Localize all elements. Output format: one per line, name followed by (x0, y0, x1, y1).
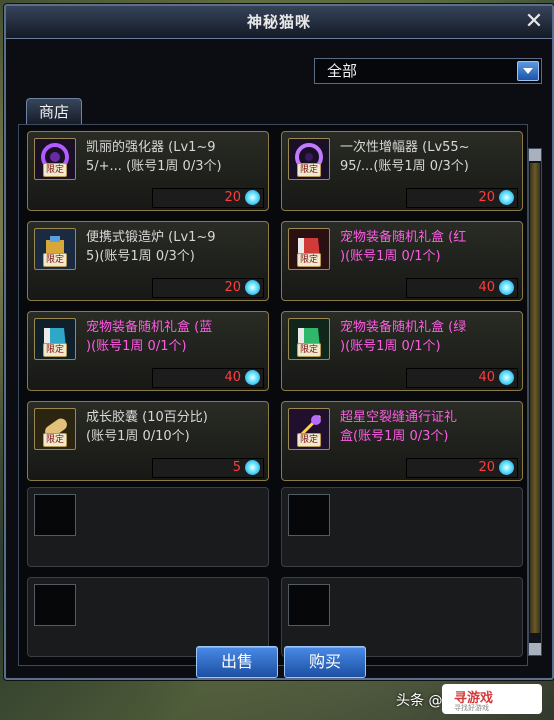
item-name: 便携式锻造炉 (Lv1~9 5)(账号1周 0/3个) (86, 230, 216, 264)
item-price: 20 (224, 190, 241, 205)
shop-item[interactable]: 限定 便携式锻造炉 (Lv1~9 5)(账号1周 0/3个) 20 (27, 221, 269, 301)
item-price: 40 (224, 370, 241, 385)
watermark-logo: 寻游戏 寻找好游戏 (442, 684, 542, 714)
item-price: 20 (224, 280, 241, 295)
item-name: 一次性增幅器 (Lv55~ 95/...(账号1周 0/3个) (340, 140, 470, 174)
item-slot (288, 494, 330, 536)
limited-badge: 限定 (297, 253, 322, 267)
scroll-up-arrow-icon[interactable] (529, 149, 541, 161)
item-price: 5 (232, 460, 241, 475)
category-dropdown[interactable]: 全部 (314, 58, 542, 84)
price-bar: 40 (406, 278, 518, 298)
shop-item[interactable]: 限定 超星空裂缝通行证礼 盒(账号1周 0/3个) 20 (281, 401, 523, 481)
green-box-icon: 限定 (288, 318, 330, 360)
coin-icon (499, 460, 514, 475)
limited-badge: 限定 (43, 163, 68, 177)
title-bar[interactable]: 神秘猫咪 ✕ (6, 6, 552, 39)
item-slot (34, 584, 76, 626)
item-name: 凯丽的强化器 (Lv1~9 5/+... (账号1周 0/3个) (86, 140, 222, 174)
limited-badge: 限定 (43, 343, 68, 357)
price-bar: 20 (152, 278, 264, 298)
item-name: 宠物装备随机礼盒 (蓝 )(账号1周 0/1个) (86, 320, 213, 354)
price-bar: 20 (406, 188, 518, 208)
limited-badge: 限定 (297, 343, 322, 357)
close-icon[interactable]: ✕ (522, 10, 546, 34)
coin-icon (245, 370, 260, 385)
scrollbar[interactable] (528, 148, 542, 656)
shop-item[interactable]: 限定 一次性增幅器 (Lv55~ 95/...(账号1周 0/3个) 20 (281, 131, 523, 211)
shop-item[interactable]: 限定 宠物装备随机礼盒 (绿 )(账号1周 0/1个) 40 (281, 311, 523, 391)
price-bar: 40 (406, 368, 518, 388)
price-bar: 5 (152, 458, 264, 478)
buy-button[interactable]: 购买 (284, 646, 366, 678)
watermark-source: 头条 @ (396, 693, 443, 709)
empty-slot (27, 487, 269, 567)
shop-item[interactable]: 限定 凯丽的强化器 (Lv1~9 5/+... (账号1周 0/3个) 20 (27, 131, 269, 211)
coin-icon (499, 190, 514, 205)
empty-slot (281, 487, 523, 567)
item-price: 20 (478, 190, 495, 205)
item-price: 20 (478, 460, 495, 475)
item-slot (34, 494, 76, 536)
item-price: 40 (478, 370, 495, 385)
purple-orb-icon: 限定 (34, 138, 76, 180)
shop-panel: 限定 凯丽的强化器 (Lv1~9 5/+... (账号1周 0/3个) 20 限… (18, 124, 528, 666)
item-slot (288, 584, 330, 626)
blue-box-icon: 限定 (34, 318, 76, 360)
empty-slot (27, 577, 269, 657)
red-box-icon: 限定 (288, 228, 330, 270)
coin-icon (245, 280, 260, 295)
sell-button[interactable]: 出售 (196, 646, 278, 678)
shop-window: 神秘猫咪 ✕ 全部 商店 限定 凯丽的强化器 (Lv1~9 5/+... (账号… (4, 4, 554, 680)
price-bar: 20 (406, 458, 518, 478)
scroll-thumb[interactable] (530, 163, 540, 633)
tab-shop[interactable]: 商店 (26, 98, 82, 125)
limited-badge: 限定 (297, 163, 322, 177)
star-ticket-icon: 限定 (288, 408, 330, 450)
item-name: 宠物装备随机礼盒 (绿 )(账号1周 0/1个) (340, 320, 467, 354)
shop-item[interactable]: 限定 宠物装备随机礼盒 (红 )(账号1周 0/1个) 40 (281, 221, 523, 301)
purple-orb-icon: 限定 (288, 138, 330, 180)
limited-badge: 限定 (297, 433, 322, 447)
limited-badge: 限定 (43, 253, 68, 267)
coin-icon (499, 280, 514, 295)
scroll-down-arrow-icon[interactable] (529, 643, 541, 655)
coin-icon (499, 370, 514, 385)
capsule-icon: 限定 (34, 408, 76, 450)
item-price: 40 (478, 280, 495, 295)
price-bar: 40 (152, 368, 264, 388)
watermark-tagline: 寻找好游戏 (454, 704, 489, 712)
limited-badge: 限定 (43, 433, 68, 447)
coin-icon (245, 190, 260, 205)
shop-item[interactable]: 限定 宠物装备随机礼盒 (蓝 )(账号1周 0/1个) 40 (27, 311, 269, 391)
chevron-down-icon[interactable] (517, 61, 539, 81)
forge-icon: 限定 (34, 228, 76, 270)
item-name: 宠物装备随机礼盒 (红 )(账号1周 0/1个) (340, 230, 467, 264)
price-bar: 20 (152, 188, 264, 208)
empty-slot (281, 577, 523, 657)
shop-item[interactable]: 限定 成长胶囊 (10百分比) (账号1周 0/10个) 5 (27, 401, 269, 481)
item-name: 成长胶囊 (10百分比) (账号1周 0/10个) (86, 410, 208, 444)
window-title: 神秘猫咪 (246, 13, 311, 31)
item-name: 超星空裂缝通行证礼 盒(账号1周 0/3个) (340, 410, 458, 444)
category-dropdown-value: 全部 (327, 62, 358, 80)
coin-icon (245, 460, 260, 475)
